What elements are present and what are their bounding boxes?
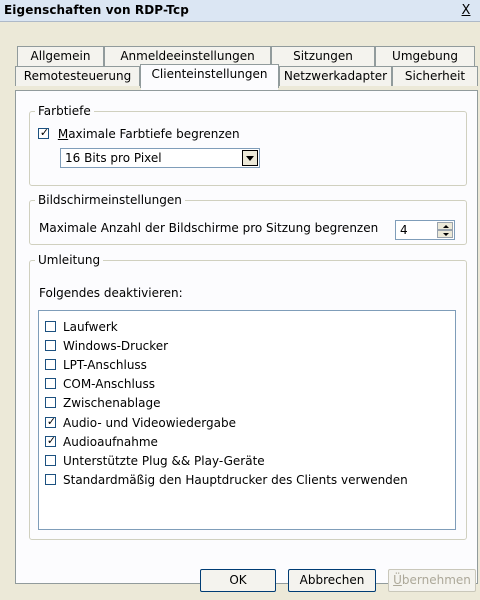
ok-button[interactable]: OK bbox=[200, 569, 276, 592]
list-item[interactable]: ✓ Audioaufnahme bbox=[45, 434, 158, 452]
apply-button[interactable]: Übernehmen bbox=[388, 569, 476, 592]
arrow-up-icon bbox=[443, 225, 449, 228]
tab-sitzungen[interactable]: Sitzungen bbox=[271, 46, 375, 66]
check-mark-icon: ✓ bbox=[46, 415, 57, 428]
close-button[interactable]: X bbox=[458, 3, 474, 18]
checkbox-audio-video[interactable]: ✓ bbox=[45, 415, 57, 428]
checkbox-windows-drucker[interactable] bbox=[45, 340, 56, 351]
tab-sicherheit[interactable]: Sicherheit bbox=[392, 66, 478, 86]
farbtiefe-legend: Farbtiefe bbox=[35, 104, 94, 118]
color-depth-value: 16 Bits pro Pixel bbox=[65, 151, 162, 165]
tab-clienteinstellungen[interactable]: Clienteinstellungen bbox=[140, 64, 279, 90]
dropdown-button[interactable] bbox=[242, 150, 258, 166]
monitor-count-value: 4 bbox=[400, 223, 408, 237]
check-mark-icon: ✓ bbox=[46, 434, 57, 447]
tab-allgemein[interactable]: Allgemein bbox=[17, 46, 104, 66]
spin-down-button[interactable] bbox=[437, 230, 453, 238]
farbtiefe-checkbox-row[interactable]: ✓ Maximale Farbtiefe begrenzen bbox=[38, 126, 240, 141]
redirection-listbox[interactable]: Laufwerk Windows-Drucker LPT-Anschluss C… bbox=[38, 310, 456, 530]
disable-following-label: Folgendes deaktivieren: bbox=[39, 286, 183, 300]
tab-umgebung[interactable]: Umgebung bbox=[375, 46, 475, 66]
cancel-button[interactable]: Abbrechen bbox=[288, 569, 376, 592]
window-title: Eigenschaften von RDP-Tcp bbox=[4, 3, 189, 17]
list-item[interactable]: LPT-Anschluss bbox=[45, 357, 147, 375]
chevron-down-icon bbox=[246, 156, 254, 161]
tab-netzwerkadapter[interactable]: Netzwerkadapter bbox=[279, 66, 392, 86]
spin-up-button[interactable] bbox=[437, 222, 453, 230]
bildschirm-legend: Bildschirmeinstellungen bbox=[35, 193, 185, 207]
spinner-buttons bbox=[437, 222, 453, 238]
list-item[interactable]: Unterstützte Plug && Play-Geräte bbox=[45, 453, 265, 471]
list-item[interactable]: ✓ Audio- und Videowiedergabe bbox=[45, 415, 236, 433]
list-item[interactable]: Laufwerk bbox=[45, 319, 118, 337]
umleitung-legend: Umleitung bbox=[35, 253, 104, 267]
monitor-limit-label: Maximale Anzahl der Bildschirme pro Sitz… bbox=[39, 221, 379, 235]
tab-remotesteuerung[interactable]: Remotesteuerung bbox=[15, 66, 140, 86]
checkbox-laufwerk[interactable] bbox=[45, 321, 56, 332]
check-mark-icon: ✓ bbox=[39, 126, 50, 139]
checkbox-lpt[interactable] bbox=[45, 359, 56, 370]
list-item[interactable]: Standardmäßig den Hauptdrucker des Clien… bbox=[45, 472, 408, 490]
farbtiefe-checkbox-label: Maximale Farbtiefe begrenzen bbox=[57, 126, 240, 141]
color-depth-select[interactable]: 16 Bits pro Pixel bbox=[60, 148, 260, 168]
arrow-down-icon bbox=[443, 233, 449, 236]
checkbox-com[interactable] bbox=[45, 378, 56, 389]
monitor-count-spinner[interactable]: 4 bbox=[395, 220, 455, 240]
checkbox-audioaufnahme[interactable]: ✓ bbox=[45, 434, 57, 447]
checkbox-hauptdrucker[interactable] bbox=[45, 474, 56, 485]
checkbox-plug-play[interactable] bbox=[45, 455, 56, 466]
list-item[interactable]: Zwischenablage bbox=[45, 395, 160, 413]
list-item[interactable]: Windows-Drucker bbox=[45, 338, 168, 356]
title-bar: Eigenschaften von RDP-Tcp X bbox=[0, 0, 480, 22]
list-item[interactable]: COM-Anschluss bbox=[45, 376, 155, 394]
farbtiefe-checkbox[interactable]: ✓ bbox=[38, 126, 50, 139]
tab-anmeldeeinstellungen[interactable]: Anmeldeeinstellungen bbox=[104, 46, 271, 66]
checkbox-zwischenablage[interactable] bbox=[45, 397, 56, 408]
